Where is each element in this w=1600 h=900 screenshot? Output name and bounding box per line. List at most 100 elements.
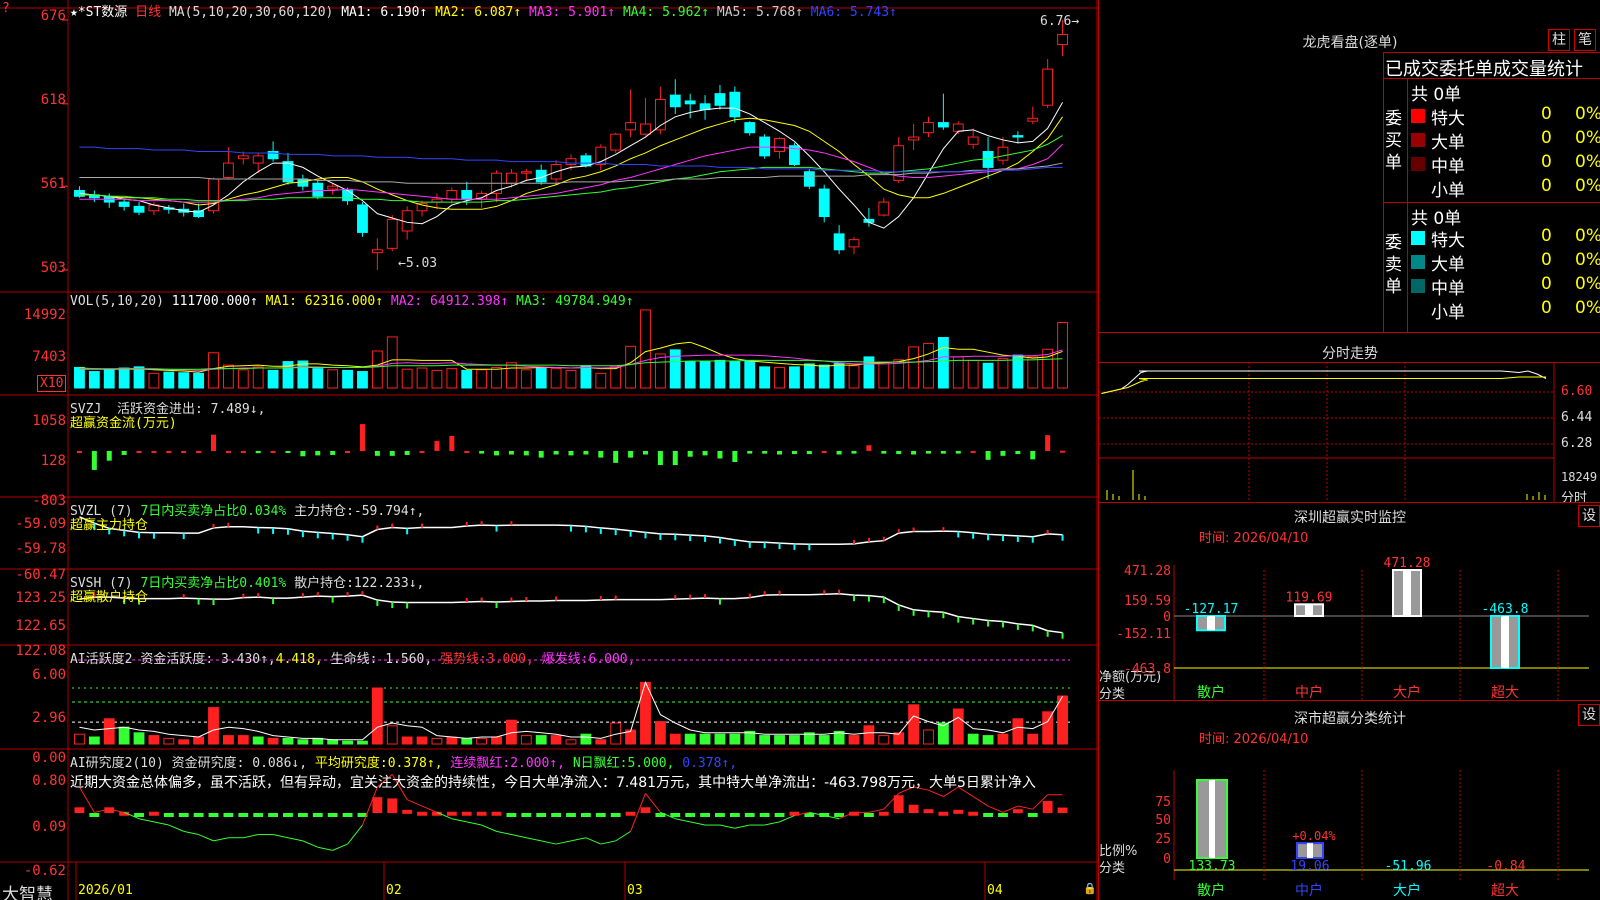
research-line [168,824,184,832]
monitor-bar [1392,569,1422,617]
research-bar [715,813,725,817]
order-cell: 0 [1541,152,1552,172]
monitor-settings-button[interactable]: 设 [1578,505,1600,527]
fund-flow-bar [374,450,380,456]
research-bar [580,813,591,817]
volume-bar [208,352,219,389]
activity-bar [491,736,502,745]
legend-entry: MA4: 5.962↑ [615,5,710,20]
classification-bar [1296,842,1324,859]
fund-flow-bar [151,450,157,453]
research-bar [208,813,219,817]
research-line [690,821,706,826]
volume-bar [386,336,398,389]
research-bar [312,813,323,817]
research-bar [566,813,576,817]
activity-bar [595,739,607,745]
activity-bar [982,735,994,745]
activity-bar [446,736,458,745]
classification-category: 中户 [1295,882,1323,899]
tick-mode-button[interactable]: 笔 [1574,29,1596,51]
fund-flow-bar [1030,450,1036,460]
volume-bar [565,369,577,389]
candle-body [506,172,517,184]
fund-flow-bar [687,450,693,457]
legend-entry: MA2: 64912.398↑ [383,294,509,309]
fund-flow-bar [330,450,336,455]
activity-bar [342,740,353,745]
candle-body [446,190,458,200]
order-cell: 0% [1575,274,1600,294]
research-bar [417,811,427,816]
intraday-ytick: 6.28 [1561,436,1593,451]
volume-bar [506,362,517,389]
monitor-bar-label: -463.8 [1482,602,1529,617]
volume-bar [401,368,413,389]
research-bar [998,813,1008,817]
candle-body [237,155,249,160]
candle-body [759,136,771,157]
order-cell: 0 [1541,250,1552,270]
volume-bar [610,365,622,389]
fund-flow-bar [642,450,648,455]
bar-mode-button[interactable]: 柱 [1548,29,1570,51]
research-bar [595,813,606,817]
research-bar [863,813,874,817]
fund-flow-bar [255,450,261,454]
classification-xlabel: 分类 [1099,861,1126,876]
fund-flow-bar [181,450,187,453]
volume-bar [923,342,934,389]
activity-bar [178,739,190,745]
activity-bar [1027,733,1039,745]
classification-settings-button[interactable]: 设 [1578,704,1600,726]
monitor-category: 中户 [1295,684,1323,701]
fund-flow-bar [449,435,455,451]
volume-bar [446,368,458,389]
research-bar [610,813,621,817]
activity-bar [267,737,279,745]
research-line [615,830,631,842]
ytick-ai-research: 0.09 [32,819,66,835]
candle-body [625,122,636,131]
research-line [317,846,333,851]
research-bar [744,813,755,817]
candle-body [699,103,711,111]
candle-body [967,136,979,145]
research-bar [774,813,785,817]
activity-bar [431,737,443,745]
classification-value-label: 19.06 [1290,859,1329,874]
color-swatch [1411,279,1425,293]
research-bar [74,807,85,813]
legend-entry: MA3: 49784.949↑ [508,294,634,309]
period-label[interactable]: 日线 [135,5,161,20]
ytick-svzl: -59.78 [15,541,66,557]
intraday-ytick: 6.44 [1561,410,1593,425]
volume-unit-box: X10 [37,375,67,392]
main-chart-area[interactable]: ? ★*ST数源 日线 MA(5,10,20,30,60,120) MA1: 6… [0,0,1098,900]
ytick-svzl: -59.09 [15,516,66,532]
candle-body [848,239,860,248]
classification-category: 大户 [1393,882,1421,899]
ytick-price: 676 [40,8,66,24]
classification-value-label: 133.73 [1189,859,1236,874]
activity-bar [163,737,175,745]
fund-flow-bar [121,450,127,455]
ai-commentary: 近期大资金总体偏多，虽不活跃，但有异动，宜关注大资金的持续性，今日大单净流入：7… [70,775,1036,791]
research-line [972,796,989,807]
research-line [243,834,259,839]
candle-body [342,190,353,202]
candle-body [1042,68,1054,106]
monitor-bar-highlight [1305,604,1313,616]
activity-bar [520,735,532,745]
research-line [153,821,169,826]
research-bar [461,811,472,816]
fund-flow-bar [791,450,797,455]
candle-body [520,171,532,174]
svzj-subtitle: 超赢资金流(万元) [70,416,177,431]
candle-body [208,178,219,212]
volume-bar [371,350,383,389]
activity-bar [416,736,428,745]
lock-icon[interactable]: 🔒 [1083,882,1097,895]
activity-bar [222,735,234,745]
fund-flow-bar [583,450,589,455]
